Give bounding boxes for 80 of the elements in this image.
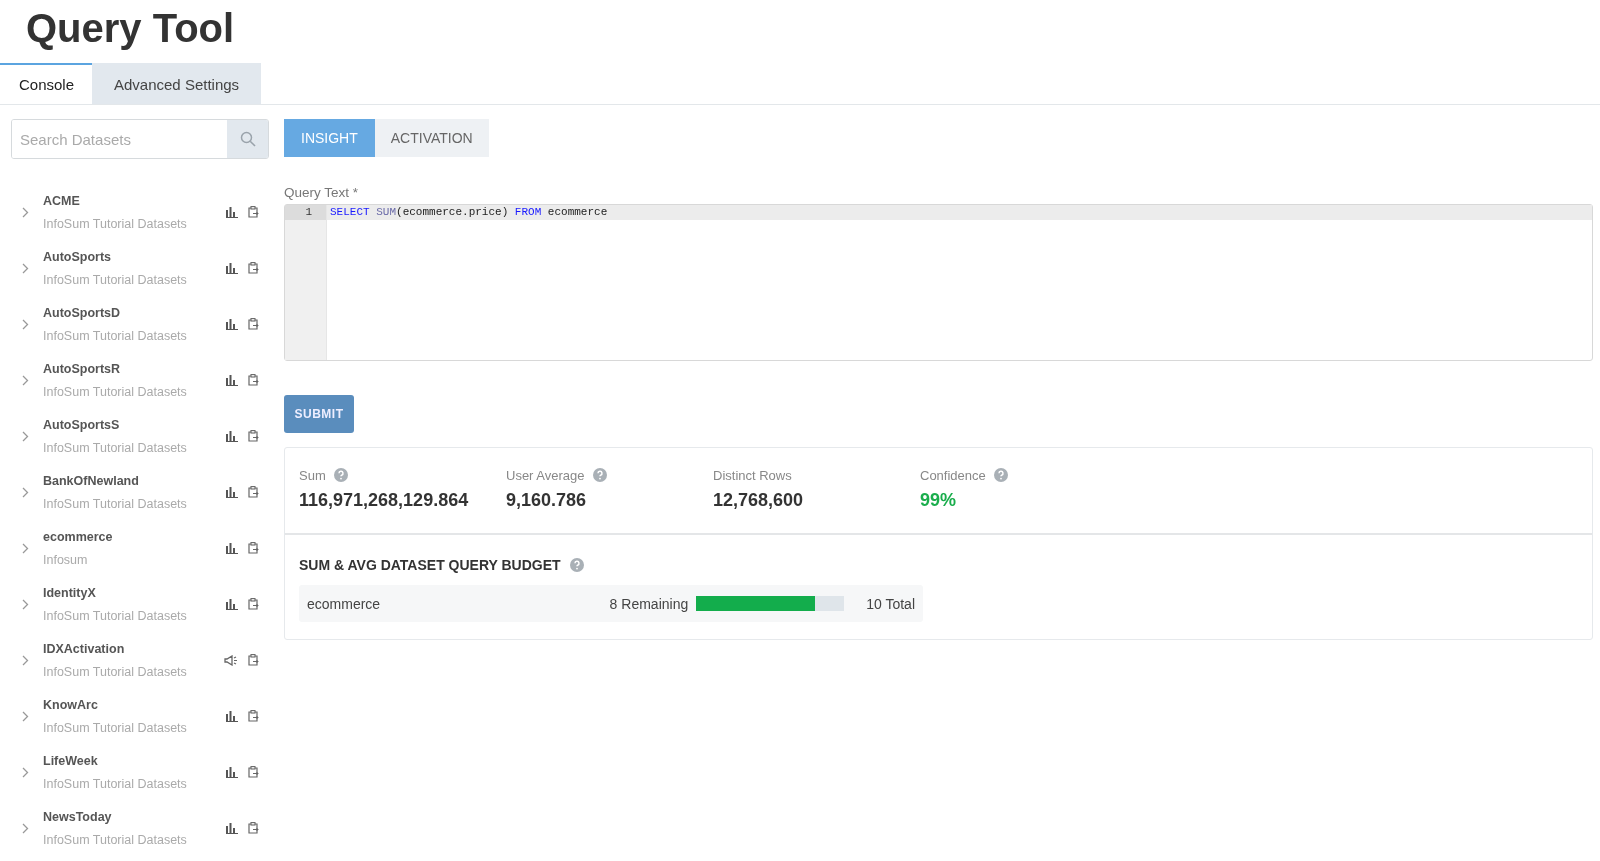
dataset-name[interactable]: AutoSportsD [43,305,226,320]
stat-label: Confidence [920,467,986,483]
clipboard-icon[interactable] [248,486,259,498]
bar-chart-icon[interactable] [226,486,238,498]
search-field[interactable]: Search Datasets [11,119,269,159]
stat-value: 116,971,268,129.864 [299,490,470,511]
line-number: 1 [285,205,326,220]
megaphone-icon[interactable] [224,654,238,666]
chevron-icon[interactable] [22,822,29,834]
dataset-subtitle: InfoSum Tutorial Datasets [43,496,188,511]
chevron-icon[interactable] [22,430,29,442]
clipboard-icon[interactable] [248,374,259,386]
dataset-subtitle: InfoSum Tutorial Datasets [43,440,188,455]
dataset-name[interactable]: LifeWeek [43,753,226,768]
dataset-name[interactable]: IDXActivation [43,641,224,656]
stat-label: User Average [506,467,585,483]
chevron-icon[interactable] [22,374,29,386]
stat-value: 12,768,600 [713,490,805,511]
tab[interactable]: Advanced Settings [92,63,262,104]
dataset-name[interactable]: AutoSportsS [43,417,226,432]
dataset-name[interactable]: NewsToday [43,809,226,824]
clipboard-icon[interactable] [248,766,259,778]
bar-chart-icon[interactable] [226,374,238,386]
search-icon [239,131,256,147]
bar-chart-icon[interactable] [226,822,238,834]
dataset-subtitle: InfoSum Tutorial Datasets [43,776,188,791]
clipboard-icon[interactable] [248,206,259,218]
code-editor[interactable]: 1 SELECT SUM(ecommerce.price) FROM ecommerce [284,204,1593,361]
dataset-name[interactable]: ACME [43,193,226,208]
dataset-subtitle: Infosum [43,552,89,567]
section-title: SUM & AVG DATASET QUERY BUDGET [299,557,561,573]
dataset-subtitle: InfoSum Tutorial Datasets [43,608,188,623]
chevron-icon[interactable] [22,598,29,610]
dataset-name[interactable]: IdentityX [43,585,226,600]
clipboard-icon[interactable] [248,654,259,666]
page-title: Query Tool [26,6,236,51]
chevron-icon[interactable] [22,542,29,554]
dataset-name[interactable]: AutoSportsR [43,361,226,376]
chevron-icon[interactable] [22,710,29,722]
chevron-icon[interactable] [22,486,29,498]
clipboard-icon[interactable] [248,262,259,274]
chevron-icon[interactable] [22,654,29,666]
dataset-subtitle: InfoSum Tutorial Datasets [43,832,188,847]
stat-value: 99% [920,490,958,511]
stat-label: Sum [299,467,326,483]
chevron-icon[interactable] [22,206,29,218]
clipboard-icon[interactable] [248,710,259,722]
total-count: 10 Total [866,595,915,612]
dataset-name[interactable]: AutoSports [43,249,226,264]
bar-chart-icon[interactable] [226,262,238,274]
clipboard-icon[interactable] [248,318,259,330]
field-label: Query Text * [284,185,360,200]
clipboard-icon[interactable] [248,542,259,554]
bar-chart-icon[interactable] [226,542,238,554]
clipboard-icon[interactable] [248,598,259,610]
dataset-name: ecommerce [306,595,382,612]
dataset-subtitle: InfoSum Tutorial Datasets [43,664,188,679]
bar-chart-icon[interactable] [226,766,238,778]
remaining-count: 8 Remaining [609,595,689,612]
chevron-icon[interactable] [22,766,29,778]
stat-label: Distinct Rows [713,467,792,483]
dataset-name[interactable]: BankOfNewland [43,473,226,488]
dataset-subtitle: InfoSum Tutorial Datasets [43,384,188,399]
chevron-icon[interactable] [22,318,29,330]
mode-tab[interactable]: ACTIVATION [374,119,489,157]
chevron-icon[interactable] [22,262,29,274]
clipboard-icon[interactable] [248,822,259,834]
dataset-name[interactable]: KnowArc [43,697,226,712]
dataset-name[interactable]: ecommerce [43,529,226,544]
dataset-subtitle: InfoSum Tutorial Datasets [43,272,188,287]
dataset-subtitle: InfoSum Tutorial Datasets [43,720,188,735]
bar-chart-icon[interactable] [226,430,238,442]
clipboard-icon[interactable] [248,430,259,442]
stat-value: 9,160.786 [506,490,588,511]
bar-chart-icon[interactable] [226,318,238,330]
dataset-subtitle: InfoSum Tutorial Datasets [43,216,188,231]
bar-chart-icon[interactable] [226,598,238,610]
bar-chart-icon[interactable] [226,206,238,218]
dataset-subtitle: InfoSum Tutorial Datasets [43,328,188,343]
bar-chart-icon[interactable] [226,710,238,722]
